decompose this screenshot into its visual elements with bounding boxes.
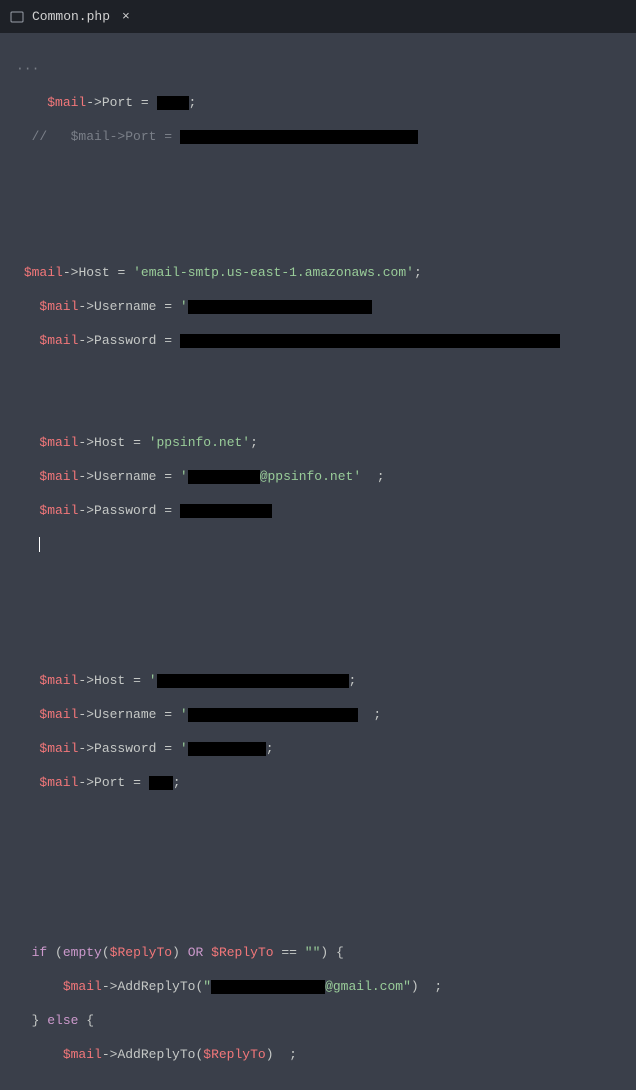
close-icon[interactable]: × bbox=[122, 9, 130, 24]
code-line: // $mail->Port = bbox=[16, 128, 620, 145]
tab-label: Common.php bbox=[32, 9, 110, 24]
tab-common-php[interactable]: Common.php × bbox=[0, 0, 140, 33]
code-line: $mail->Password = '; bbox=[16, 740, 620, 757]
code-line: $mail->Username = '@ppsinfo.net' ; bbox=[16, 468, 620, 485]
code-line: } else { bbox=[16, 1012, 620, 1029]
code-line: $mail->Host = 'ppsinfo.net'; bbox=[16, 434, 620, 451]
code-line: $mail->Password = bbox=[16, 502, 620, 519]
code-editor[interactable]: ··· $mail->Port = ; // $mail->Port = $ma… bbox=[0, 33, 636, 1090]
code-line: ··· bbox=[16, 60, 620, 77]
code-line: $mail->Host = '; bbox=[16, 672, 620, 689]
php-file-icon bbox=[10, 10, 24, 24]
code-line: $mail->Username = ' ; bbox=[16, 706, 620, 723]
code-line: $mail->Port = ; bbox=[16, 774, 620, 791]
code-line: $mail->Username = ' bbox=[16, 298, 620, 315]
code-line: $mail->Port = ; bbox=[16, 94, 620, 111]
code-line: if (empty($ReplyTo) OR $ReplyTo == "") { bbox=[16, 944, 620, 961]
code-line: $mail->Host = 'email-smtp.us-east-1.amaz… bbox=[16, 264, 620, 281]
text-cursor bbox=[39, 537, 40, 552]
code-line: $mail->Password = bbox=[16, 332, 620, 349]
code-line: $mail->AddReplyTo($ReplyTo) ; bbox=[16, 1046, 620, 1063]
tab-bar: Common.php × bbox=[0, 0, 636, 33]
code-line: $mail->AddReplyTo("@gmail.com") ; bbox=[16, 978, 620, 995]
code-line bbox=[16, 536, 620, 553]
